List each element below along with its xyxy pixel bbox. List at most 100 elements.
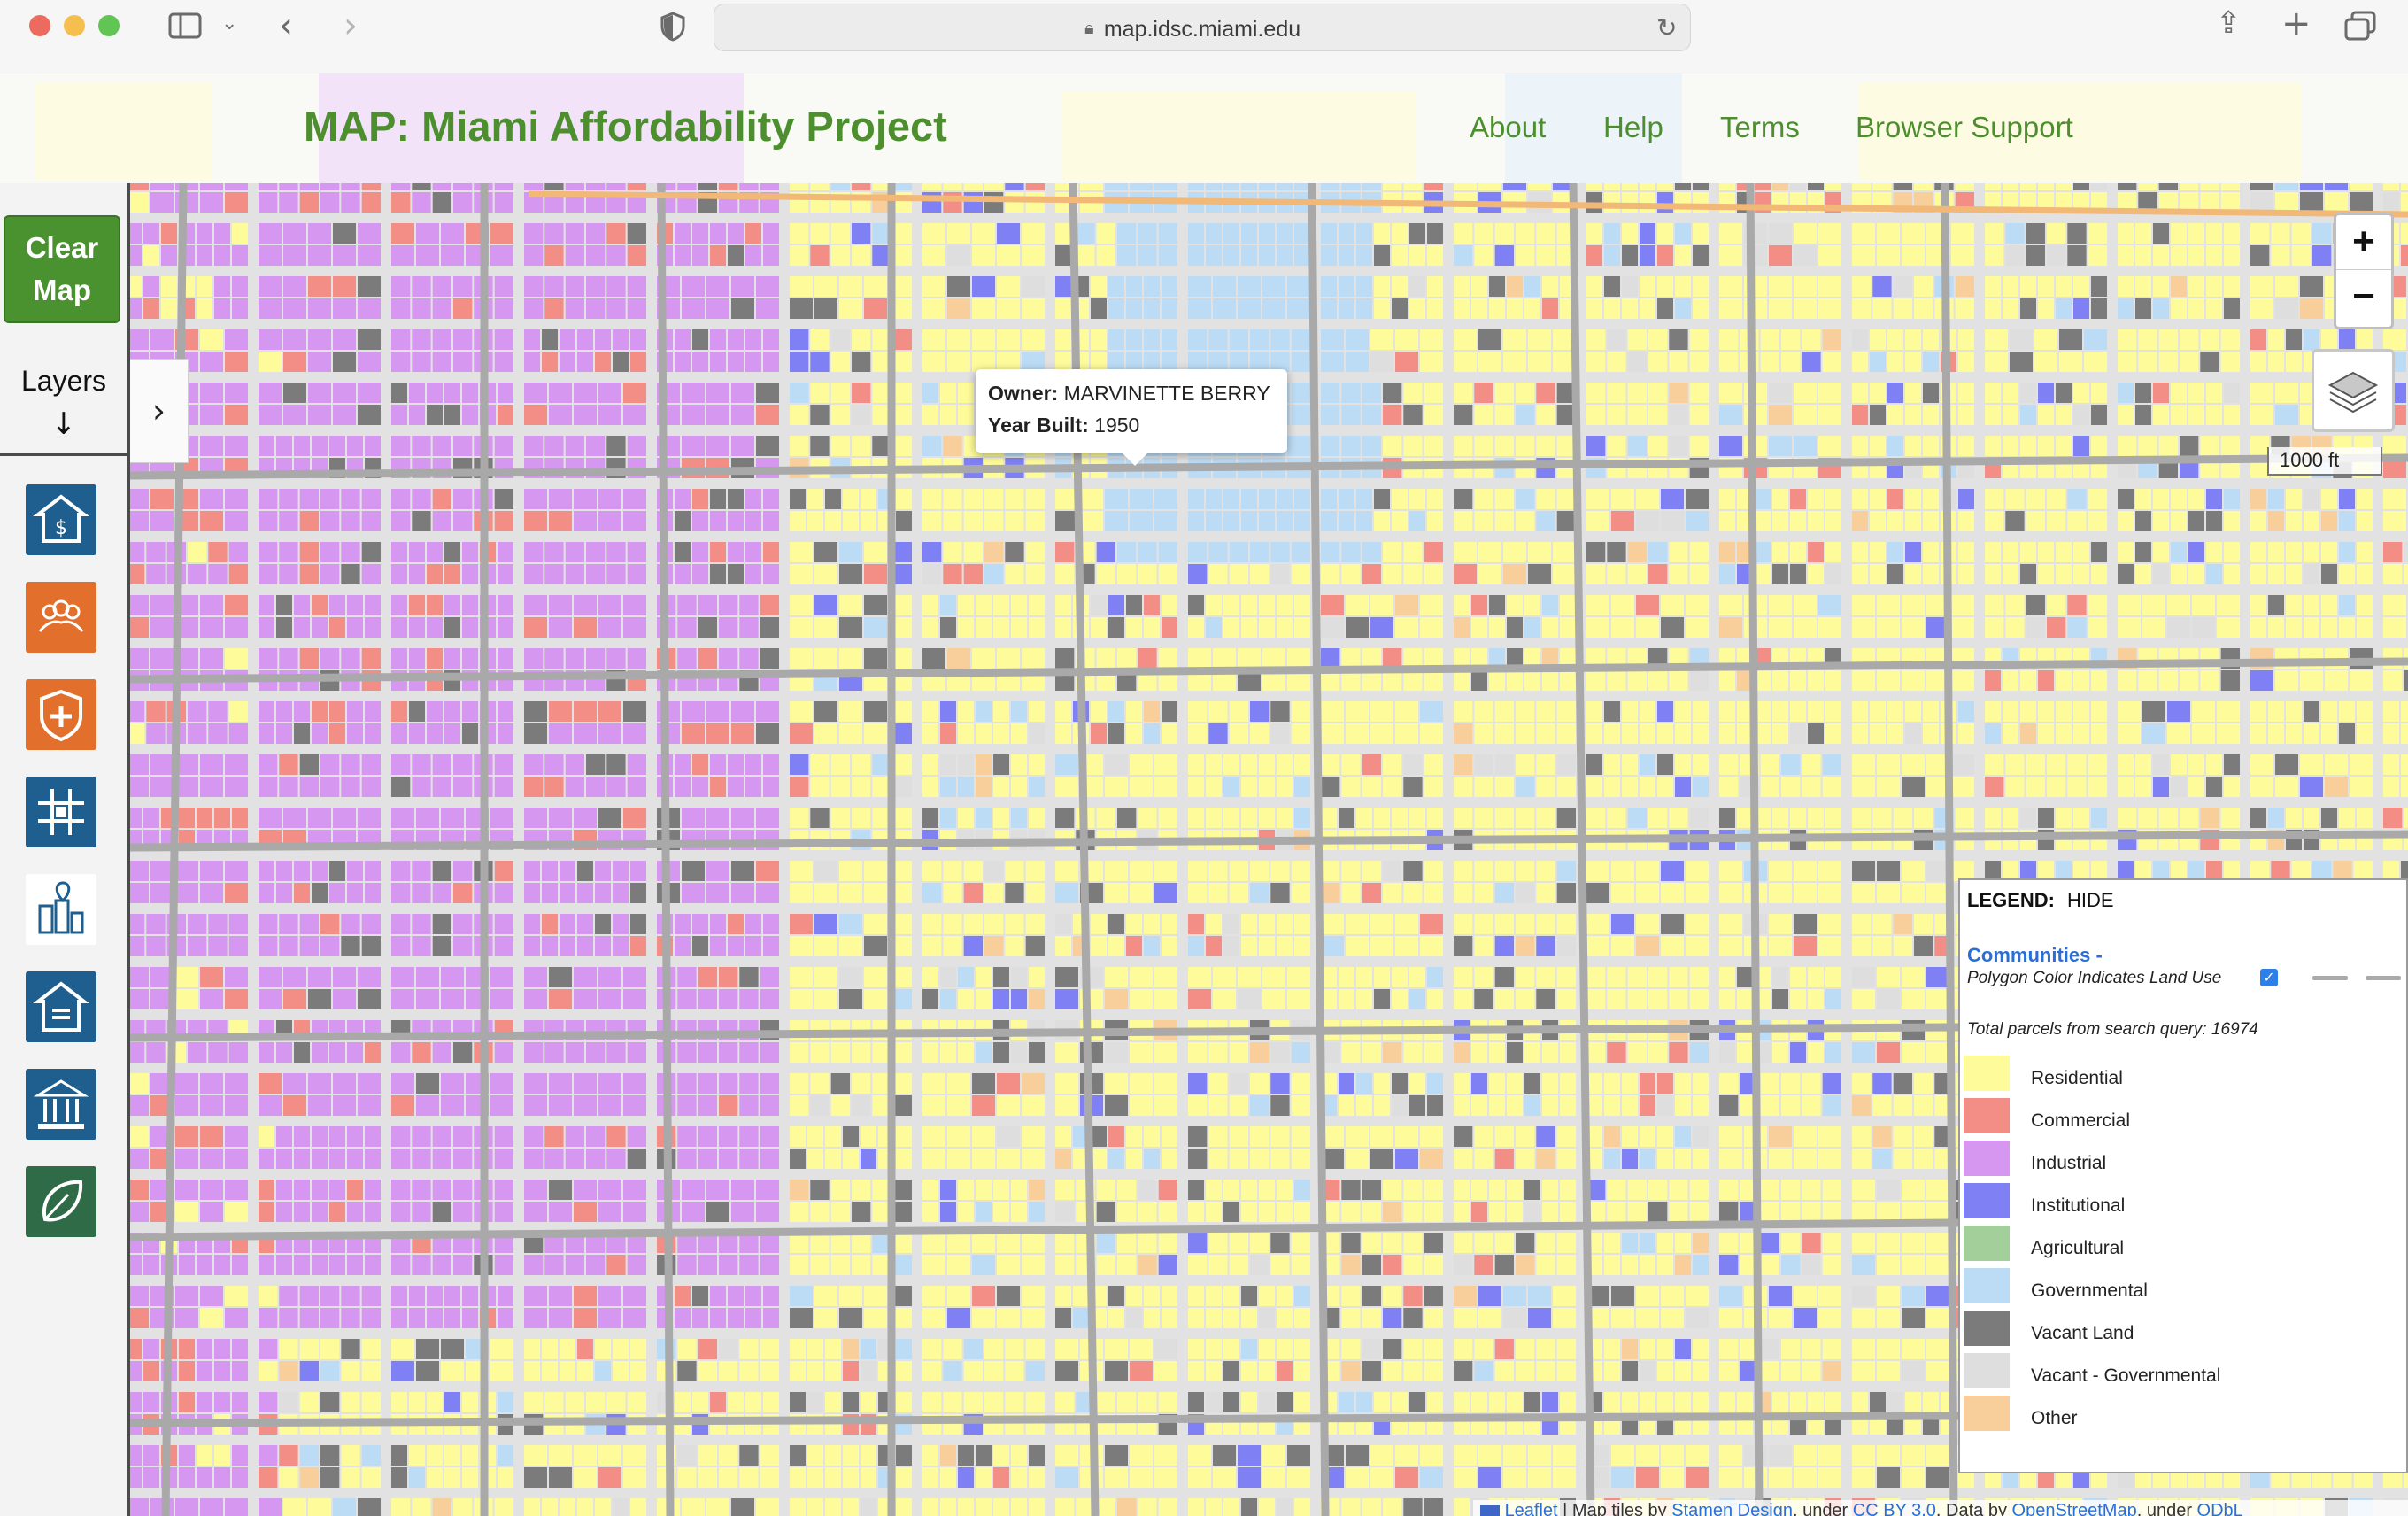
parcel[interactable] (1536, 701, 1555, 722)
parcel[interactable] (1229, 861, 1248, 881)
parcel[interactable] (409, 595, 425, 615)
parcel[interactable] (228, 723, 248, 744)
parcel[interactable] (1719, 1126, 1742, 1147)
parcel[interactable] (1392, 989, 1408, 1009)
parcel[interactable] (2250, 723, 2266, 744)
parcel[interactable] (1117, 542, 1137, 562)
parcel[interactable] (2056, 542, 2072, 562)
parcel[interactable] (1560, 1202, 1576, 1222)
parcel[interactable] (1507, 1073, 1523, 1094)
parcel[interactable] (412, 936, 431, 956)
parcel[interactable] (412, 436, 431, 456)
parcel[interactable] (432, 936, 452, 956)
parcel[interactable] (1022, 1286, 1045, 1306)
parcel[interactable] (1091, 914, 1107, 934)
parcel[interactable] (2250, 223, 2270, 244)
parcel[interactable] (675, 936, 691, 956)
parcel[interactable] (1138, 564, 1157, 584)
parcel[interactable] (627, 1149, 646, 1169)
parcel[interactable] (391, 1202, 411, 1222)
parcel[interactable] (993, 1180, 1009, 1200)
parcel[interactable] (1096, 648, 1115, 669)
parcel[interactable] (1607, 383, 1626, 403)
parcel[interactable] (807, 1339, 823, 1359)
parcel[interactable] (1985, 595, 2004, 615)
parcel[interactable] (1760, 329, 1779, 350)
parcel[interactable] (710, 245, 726, 266)
parcel[interactable] (1454, 223, 1473, 244)
parcel[interactable] (276, 1255, 292, 1275)
parcel[interactable] (1852, 1095, 1872, 1116)
parcel[interactable] (1055, 701, 1071, 722)
parcel[interactable] (790, 511, 806, 531)
parcel[interactable] (1341, 861, 1361, 881)
parcel[interactable] (1627, 1042, 1647, 1063)
parcel[interactable] (347, 861, 363, 881)
parcel[interactable] (2286, 489, 2302, 509)
parcel[interactable] (1905, 511, 1921, 531)
parcel[interactable] (1556, 1149, 1576, 1169)
parcel[interactable] (1769, 1286, 1792, 1306)
parcel[interactable] (1091, 298, 1107, 319)
parcel[interactable] (391, 1126, 411, 1147)
parcel[interactable] (2135, 276, 2151, 297)
parcel[interactable] (598, 1180, 621, 1200)
parcel[interactable] (1341, 1202, 1361, 1222)
parcel[interactable] (710, 511, 726, 531)
parcel[interactable] (598, 701, 621, 722)
parcel[interactable] (1374, 967, 1390, 987)
parcel[interactable] (1096, 542, 1115, 562)
parcel[interactable] (1291, 383, 1310, 403)
parcel[interactable] (1636, 489, 1659, 509)
parcel[interactable] (1604, 298, 1620, 319)
parcel[interactable] (698, 1126, 717, 1147)
parcel[interactable] (1556, 1233, 1576, 1253)
parcel[interactable] (2224, 777, 2240, 797)
parcel[interactable] (208, 564, 228, 584)
parcel[interactable] (453, 276, 473, 297)
parcel[interactable] (706, 383, 729, 403)
parcel[interactable] (2224, 564, 2240, 584)
parcel[interactable] (2250, 405, 2273, 425)
parcel[interactable] (1454, 245, 1473, 266)
parcel[interactable] (294, 595, 310, 615)
parcel[interactable] (922, 298, 945, 319)
parcel[interactable] (542, 883, 558, 903)
parcel[interactable] (432, 1149, 452, 1169)
parcel[interactable] (228, 701, 248, 722)
parcel[interactable] (432, 298, 452, 319)
parcel[interactable] (1223, 1308, 1239, 1328)
parcel[interactable] (130, 1255, 142, 1275)
parcel[interactable] (1794, 936, 1817, 956)
parcel[interactable] (1277, 1308, 1293, 1328)
parcel[interactable] (623, 617, 646, 638)
parcel[interactable] (1719, 617, 1742, 638)
parcel[interactable] (200, 777, 223, 797)
parcel[interactable] (1474, 936, 1493, 956)
parcel[interactable] (1277, 183, 1293, 190)
parcel[interactable] (1640, 183, 1656, 190)
parcel[interactable] (1294, 1339, 1310, 1359)
parcel[interactable] (892, 223, 912, 244)
parcel[interactable] (1011, 617, 1027, 638)
parcel[interactable] (1675, 1073, 1691, 1094)
parcel[interactable] (308, 298, 331, 319)
parcel[interactable] (598, 1286, 621, 1306)
parcel[interactable] (1356, 808, 1372, 828)
parcel[interactable] (2138, 183, 2157, 190)
parcel[interactable] (409, 542, 425, 562)
parcel[interactable] (1291, 542, 1310, 562)
parcel[interactable] (299, 648, 319, 669)
parcel[interactable] (1091, 329, 1107, 350)
parcel[interactable] (1772, 967, 1788, 987)
parcel[interactable] (1277, 1361, 1293, 1381)
parcel[interactable] (1528, 564, 1551, 584)
parcel[interactable] (2271, 223, 2290, 244)
parcel[interactable] (200, 329, 223, 350)
parcel[interactable] (839, 861, 862, 881)
parcel[interactable] (453, 192, 473, 213)
parcel[interactable] (279, 777, 298, 797)
parcel[interactable] (2217, 617, 2240, 638)
parcel[interactable] (524, 595, 547, 615)
parcel[interactable] (2224, 754, 2240, 775)
